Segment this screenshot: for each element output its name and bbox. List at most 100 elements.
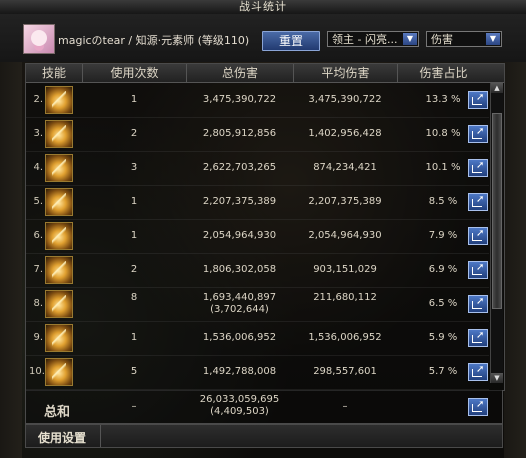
total-damage-value: 3,475,390,722: [202, 94, 277, 105]
row-rank: 6.: [33, 230, 43, 241]
table-row[interactable]: 6. 1 2,054,964,930 2,054,964,930 7.9 %: [26, 219, 489, 254]
table-row[interactable]: 3. 2 2,805,912,856 1,402,956,428 10.8 %: [26, 117, 489, 152]
totals-row: 总和 – 26,033,059,695 (4,409,503) –: [25, 390, 503, 424]
settings-divider: [100, 425, 101, 447]
total-damage: 1,492,788,008: [186, 366, 293, 378]
table-row[interactable]: 9. 1 1,536,006,952 1,536,006,952 5.9 %: [26, 321, 489, 356]
total-damage: 2,805,912,856: [186, 128, 293, 140]
table-row[interactable]: 10. 5 1,492,788,008 298,557,601 5.7 %: [26, 355, 489, 390]
table-scrollbar[interactable]: ▲ ▼: [490, 83, 503, 383]
row-rank: 2.: [33, 94, 43, 105]
totals-avg: –: [342, 401, 348, 412]
total-damage: 3,475,390,722: [186, 94, 293, 106]
total-damage-value: 2,805,912,856: [202, 128, 277, 139]
damage-type-select[interactable]: 伤害 ▼: [426, 31, 502, 47]
table-row[interactable]: 4. 3 2,622,703,265 874,234,421 10.1 %: [26, 151, 489, 186]
scroll-down-arrow-icon[interactable]: ▼: [491, 373, 503, 383]
avg-damage: 2,207,375,389: [308, 196, 382, 207]
skill-icon[interactable]: [45, 290, 73, 318]
target-select-value: 领主 - 闪亮...: [332, 33, 398, 46]
row-rank: 3.: [33, 128, 43, 139]
use-count: 1: [130, 94, 138, 105]
total-damage: 1,693,440,897 (3,702,644): [186, 292, 293, 316]
share-detail-icon[interactable]: [468, 261, 488, 279]
share-detail-icon[interactable]: [468, 227, 488, 245]
character-avatar: [23, 24, 55, 54]
use-count: 1: [130, 196, 138, 207]
table-row[interactable]: 2. 1 3,475,390,722 3,475,390,722 13.3 %: [26, 83, 489, 118]
row-rank: 4.: [33, 162, 43, 173]
totals-count: –: [131, 401, 137, 412]
share-detail-icon[interactable]: [468, 91, 488, 109]
share-detail-icon[interactable]: [468, 329, 488, 347]
table-row[interactable]: 5. 1 2,207,375,389 2,207,375,389 8.5 %: [26, 185, 489, 220]
damage-type-select-value: 伤害: [431, 33, 453, 46]
character-name: magicのtear / 知源·元素师 (等级110): [58, 34, 250, 47]
scroll-up-arrow-icon[interactable]: ▲: [491, 83, 503, 93]
avg-damage: 2,054,964,930: [308, 230, 382, 241]
column-header-damage-share[interactable]: 伤害占比: [397, 64, 489, 82]
use-count: 8: [130, 292, 138, 303]
total-damage: 1,806,302,058: [186, 264, 293, 276]
totals-total-sub: (4,409,503): [210, 406, 269, 417]
share-detail-icon[interactable]: [468, 363, 488, 381]
column-header-skill[interactable]: 技能: [26, 64, 82, 82]
skill-damage-table: 技能 使用次数 总伤害 平均伤害 伤害占比 2. 1 3,475,390,722 3,…: [25, 63, 505, 391]
use-count: 5: [130, 366, 138, 377]
scroll-thumb[interactable]: [492, 113, 502, 309]
use-count: 1: [130, 332, 138, 343]
window-title: 战斗统计: [239, 0, 287, 13]
use-count: 2: [130, 264, 138, 275]
total-damage: 2,622,703,265: [186, 162, 293, 174]
column-header-avg-damage[interactable]: 平均伤害: [293, 64, 397, 82]
row-rank: 8.: [33, 298, 43, 309]
avg-damage: 903,151,029: [313, 264, 377, 275]
column-header-count[interactable]: 使用次数: [82, 64, 186, 82]
avg-damage: 874,234,421: [313, 162, 377, 173]
avg-damage: 3,475,390,722: [308, 94, 382, 105]
total-damage-value: 2,054,964,930: [202, 230, 277, 241]
chevron-down-icon[interactable]: ▼: [403, 33, 417, 45]
totals-total-value: 26,033,059,695: [199, 394, 280, 405]
usage-settings-button[interactable]: 使用设置: [38, 429, 86, 446]
chevron-down-icon[interactable]: ▼: [486, 33, 500, 45]
totals-total-damage: 26,033,059,695 (4,409,503): [186, 394, 293, 418]
row-rank: 7.: [33, 264, 43, 275]
target-select[interactable]: 领主 - 闪亮... ▼: [327, 31, 419, 47]
reset-button[interactable]: 重置: [262, 31, 320, 51]
share-detail-icon[interactable]: [468, 125, 488, 143]
table-header: 技能 使用次数 总伤害 平均伤害 伤害占比: [26, 64, 504, 83]
table-row[interactable]: 7. 2 1,806,302,058 903,151,029 6.9 %: [26, 253, 489, 288]
skill-icon[interactable]: [45, 86, 73, 114]
avg-damage: 1,536,006,952: [308, 332, 382, 343]
window-titlebar[interactable]: 战斗统计: [0, 0, 526, 15]
skill-icon[interactable]: [45, 358, 73, 386]
total-damage: 2,054,964,930: [186, 230, 293, 242]
skill-icon[interactable]: [45, 256, 73, 284]
totals-label: 总和: [44, 405, 71, 420]
share-detail-icon[interactable]: [468, 398, 488, 416]
column-header-total-damage[interactable]: 总伤害: [186, 64, 293, 82]
share-detail-icon[interactable]: [468, 193, 488, 211]
skill-icon[interactable]: [45, 120, 73, 148]
share-detail-icon[interactable]: [468, 295, 488, 313]
skill-icon[interactable]: [45, 154, 73, 182]
skill-icon[interactable]: [45, 188, 73, 216]
skill-icon[interactable]: [45, 222, 73, 250]
total-damage-value: 1,492,788,008: [202, 366, 277, 377]
total-damage: 1,536,006,952: [186, 332, 293, 344]
use-count: 1: [130, 230, 138, 241]
table-row[interactable]: 8. 8 1,693,440,897 (3,702,644) 211,680,112 6.…: [26, 287, 489, 322]
total-damage-value: 1,806,302,058: [202, 264, 277, 275]
share-detail-icon[interactable]: [468, 159, 488, 177]
total-damage: 2,207,375,389: [186, 196, 293, 208]
row-rank: 5.: [33, 196, 43, 207]
settings-bar: 使用设置: [25, 424, 503, 448]
row-rank: 9.: [33, 332, 43, 343]
total-damage-value: 2,207,375,389: [202, 196, 277, 207]
avg-damage: 211,680,112: [313, 292, 377, 303]
avg-damage: 1,402,956,428: [308, 128, 382, 139]
use-count: 3: [130, 162, 138, 173]
skill-icon[interactable]: [45, 324, 73, 352]
row-rank: 10.: [29, 366, 45, 377]
